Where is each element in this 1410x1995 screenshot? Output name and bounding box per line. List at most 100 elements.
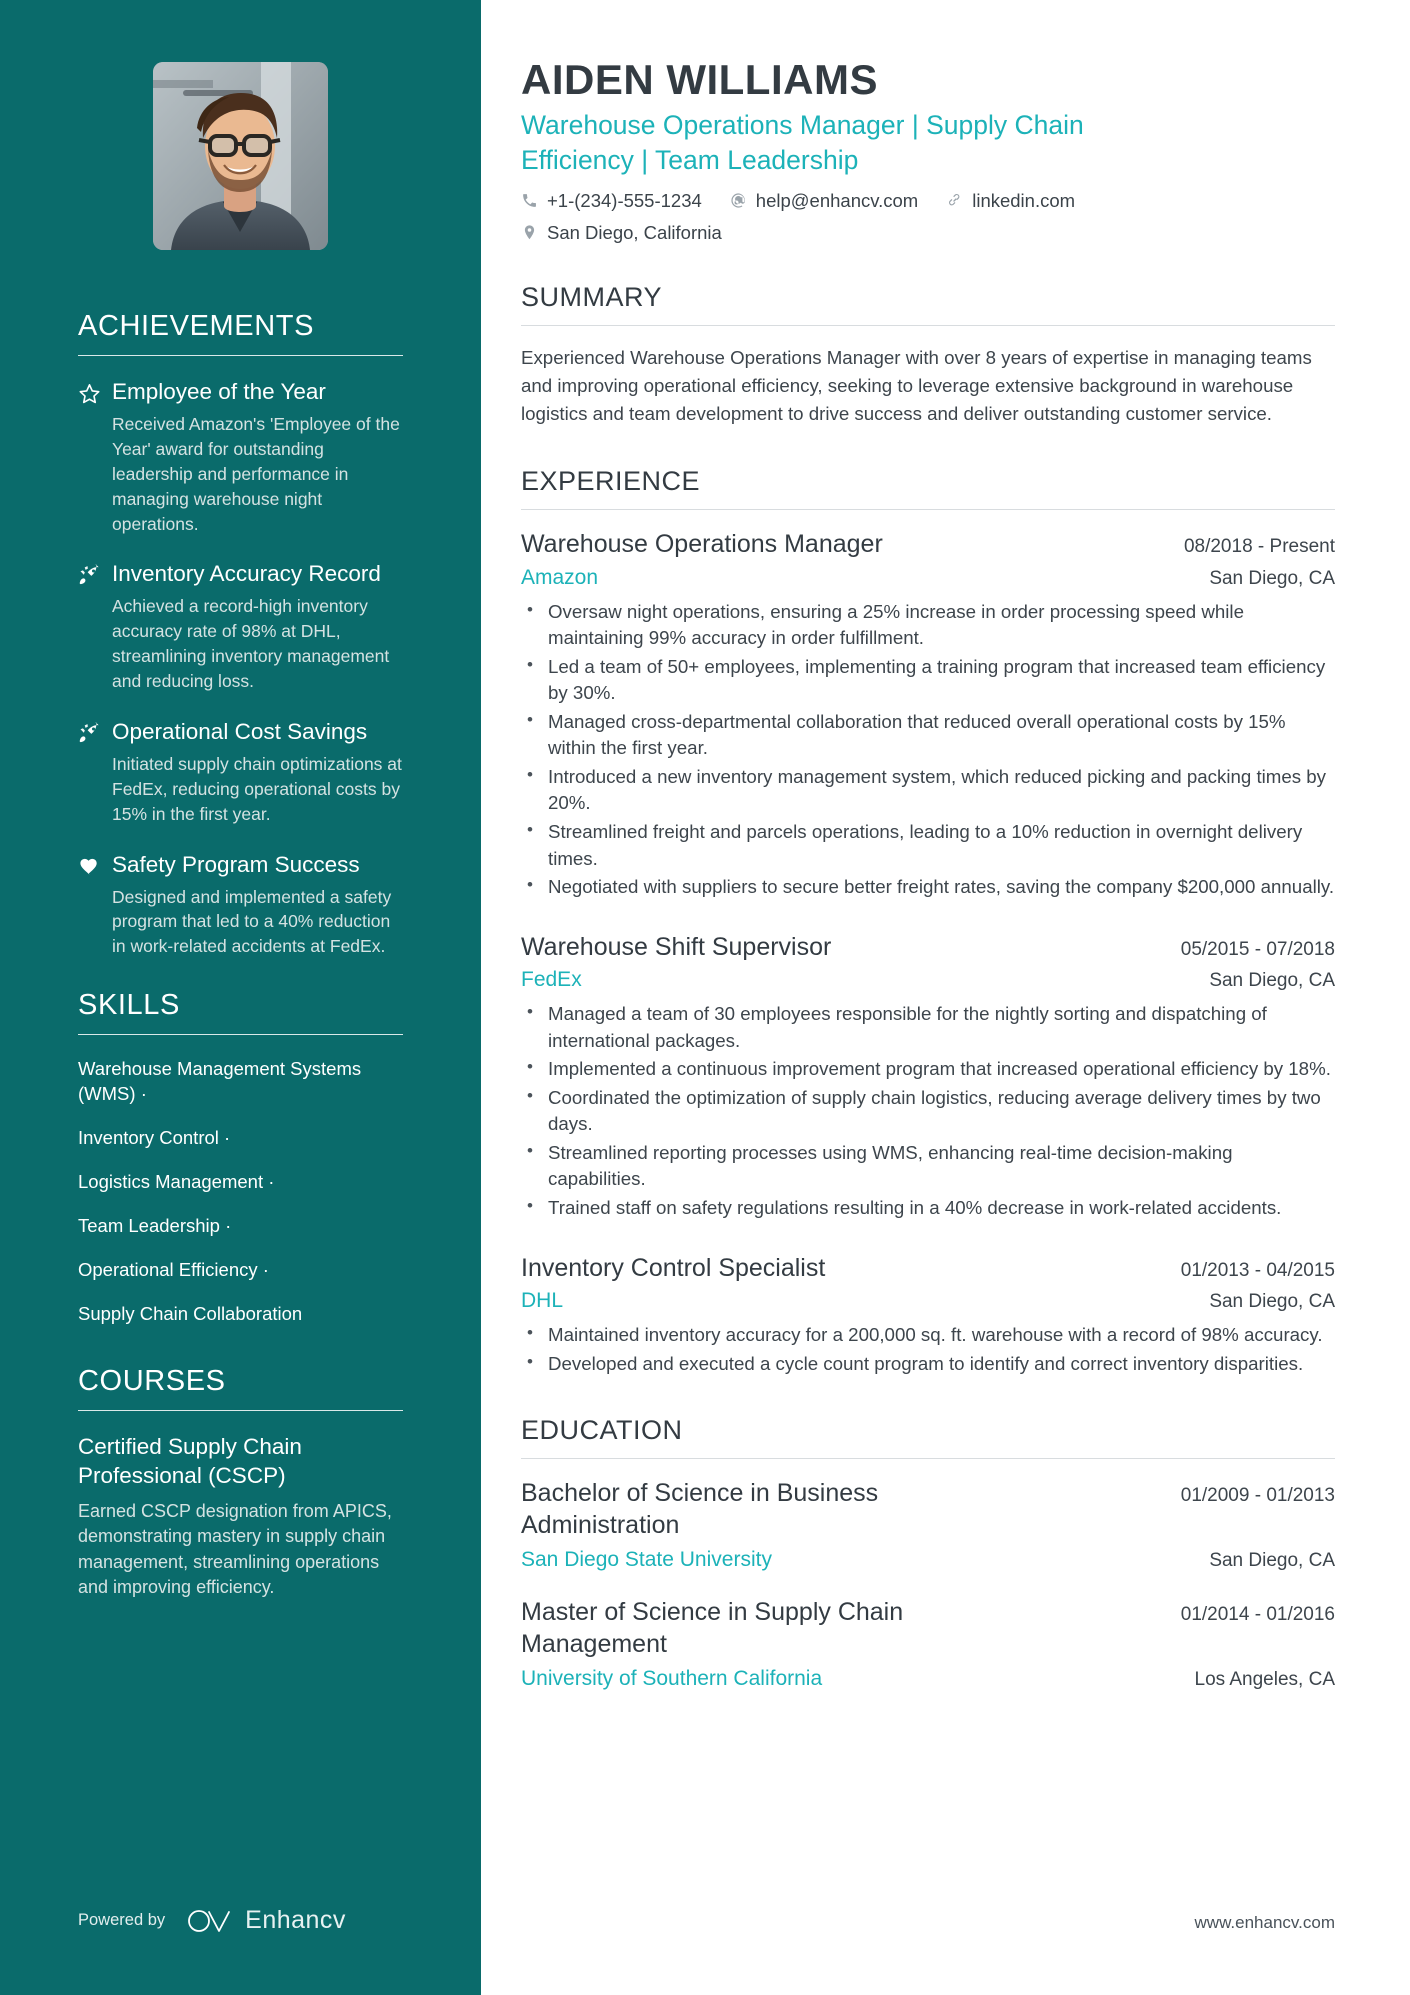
education-school[interactable]: University of Southern California [521,1667,822,1691]
email-icon [731,193,745,209]
phone-icon [523,194,536,208]
contact-phone-text: +1-(234)-555-1234 [547,189,702,211]
education-location: San Diego, CA [1209,1550,1335,1572]
achievement-title: Operational Cost Savings [112,718,368,744]
achievement-description: Achieved a record-high inventory accurac… [112,596,390,691]
resume-header: AIDEN WILLIAMS Warehouse Operations Mana… [521,56,1335,244]
education-degree: Master of Science in Supply Chain Manage… [521,1598,904,1659]
job-company[interactable]: DHL [521,1289,563,1313]
job-dates: 01/2013 - 04/2015 [1180,1259,1335,1281]
heart-icon [78,851,112,960]
job-title: Warehouse Shift Supervisor [521,932,832,961]
skill-item: Logistics Management · [78,1170,403,1195]
achievements-section: ACHIEVEMENTS Employee of the Year Receiv… [78,310,403,959]
courses-section: COURSES Certified Supply Chain Professio… [78,1365,403,1601]
job-bullet: Managed a team of 30 employees responsib… [521,1000,1335,1054]
job-bullet: Maintained inventory accuracy for a 200,… [521,1321,1335,1349]
skill-label: Logistics Management [78,1171,264,1193]
course-title: Certified Supply Chain Professional (CSC… [78,1433,302,1488]
job-bullet: Negotiated with suppliers to secure bett… [521,873,1335,901]
skill-separator: · [268,1171,275,1193]
achievement-item: Safety Program Success Designed and impl… [78,851,403,960]
professional-headline: Warehouse Operations Manager | Supply Ch… [521,110,1084,175]
achievement-item: Employee of the Year Received Amazon's '… [78,378,403,536]
summary-heading: SUMMARY [521,281,663,312]
sidebar-footer: Powered by Enhancv [78,1906,346,1935]
skill-label: Warehouse Management Systems (WMS) [78,1058,362,1105]
contact-location-text: San Diego, California [547,221,722,243]
job-bullet: Introduced a new inventory management sy… [521,763,1335,817]
achievement-description: Designed and implemented a safety progra… [112,886,392,957]
contact-linkedin-text: linkedin.com [972,189,1076,211]
job-bullet: Oversaw night operations, ensuring a 25%… [521,598,1335,652]
skill-label: Team Leadership [78,1215,220,1237]
website-footer[interactable]: www.enhancv.com [1195,1913,1335,1933]
rocket-icon [78,718,112,827]
achievements-divider [78,355,403,356]
job-title: Warehouse Operations Manager [521,530,883,559]
skill-item: Team Leadership · [78,1214,403,1239]
job-bullet: Coordinated the optimization of supply c… [521,1084,1335,1138]
location-icon [524,225,535,240]
education-dates: 01/2009 - 01/2013 [1180,1485,1335,1507]
job-company[interactable]: Amazon [521,566,598,590]
skill-separator: · [262,1259,269,1280]
job-dates: 05/2015 - 07/2018 [1180,938,1335,960]
contact-linkedin[interactable]: linkedin.com [946,190,1075,212]
skill-item: Operational Efficiency · [78,1258,403,1283]
job-bullet: Trained staff on safety regulations resu… [521,1194,1335,1222]
contact-phone[interactable]: +1-(234)-555-1234 [521,190,702,212]
achievement-item: Inventory Accuracy Record Achieved a rec… [78,560,403,694]
skill-separator: · [224,1127,231,1149]
job-dates: 08/2018 - Present [1183,536,1335,558]
education-school[interactable]: San Diego State University [521,1548,772,1572]
skill-label: Operational Efficiency [78,1259,258,1280]
achievement-description: Initiated supply chain optimizations at … [112,753,402,824]
skills-heading: SKILLS [78,989,180,1022]
contact-email-text: help@enhancv.com [755,189,919,211]
enhancv-logo-icon [187,1907,233,1935]
skill-item: Inventory Control · [78,1126,403,1151]
skills-divider [78,1034,403,1036]
experience-item: Warehouse Shift Supervisor 05/2015 - 07/… [521,931,1335,1222]
job-location: San Diego, CA [1209,1291,1335,1312]
summary-text: Experienced Warehouse Operations Manager… [521,346,1312,425]
summary-divider [521,324,1335,326]
resume-page: ACHIEVEMENTS Employee of the Year Receiv… [0,0,1410,1995]
job-bullet-list: Maintained inventory accuracy for a 200,… [521,1321,1335,1378]
course-item: Certified Supply Chain Professional (CSC… [78,1433,403,1601]
achievement-title: Employee of the Year [112,379,326,404]
main-column: AIDEN WILLIAMS Warehouse Operations Mana… [481,0,1410,1995]
skill-label: Inventory Control [78,1127,219,1149]
contact-email[interactable]: help@enhancv.com [730,190,918,212]
job-bullet: Streamlined freight and parcels operatio… [521,818,1335,872]
link-icon [949,194,960,206]
skill-separator: · [225,1215,232,1237]
star-icon [78,378,112,536]
skills-section: SKILLS Warehouse Management Systems (WMS… [78,989,403,1327]
job-location: San Diego, CA [1209,970,1335,992]
enhancv-brand-text: Enhancv [245,1906,346,1934]
achievement-item: Operational Cost Savings Initiated suppl… [78,718,403,827]
powered-by-label: Powered by [78,1911,166,1929]
contact-location: San Diego, California [521,222,722,244]
page-title: AIDEN WILLIAMS [521,56,878,103]
achievement-title: Inventory Accuracy Record [112,561,381,587]
job-bullet: Developed and executed a cycle count pro… [521,1350,1335,1378]
profile-photo [153,62,328,250]
skill-label: Supply Chain Collaboration [78,1302,303,1324]
education-location: Los Angeles, CA [1194,1669,1335,1691]
education-item: Master of Science in Supply Chain Manage… [521,1596,1335,1691]
job-bullet: Streamlined reporting processes using WM… [521,1139,1335,1193]
enhancv-logo: Enhancv [187,1906,346,1935]
experience-section: EXPERIENCE Warehouse Operations Manager … [521,466,1335,1377]
job-bullet-list: Managed a team of 30 employees responsib… [521,1000,1335,1222]
education-item: Bachelor of Science in Business Administ… [521,1477,1335,1572]
job-company[interactable]: FedEx [521,968,582,992]
courses-heading: COURSES [78,1364,226,1397]
job-bullet: Managed cross-departmental collaboration… [521,708,1335,762]
achievement-title: Safety Program Success [112,851,360,877]
education-heading: EDUCATION [521,1415,683,1446]
skill-item: Warehouse Management Systems (WMS) · [78,1057,403,1107]
contact-list: +1-(234)-555-1234 help@enhancv.com linke… [521,190,1335,244]
